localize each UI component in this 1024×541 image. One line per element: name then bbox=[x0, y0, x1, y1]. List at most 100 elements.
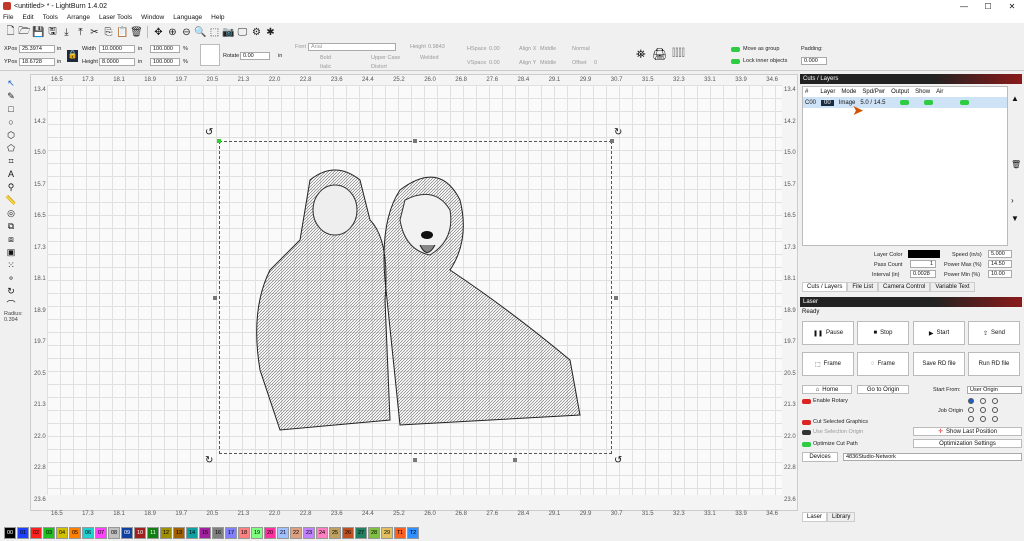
palette-color-02[interactable]: 02 bbox=[30, 526, 42, 539]
devices-button[interactable]: Devices bbox=[802, 452, 838, 462]
circular-array-icon[interactable]: ⚬ bbox=[4, 272, 18, 284]
palette-color-00[interactable]: 00 bbox=[4, 526, 16, 539]
bold-toggle[interactable]: Bold bbox=[320, 55, 331, 61]
zoom-page-icon[interactable]: 🔍 bbox=[194, 26, 207, 39]
export-icon[interactable]: ⤒ bbox=[74, 26, 87, 39]
corner-radius-icon[interactable]: ⌒ bbox=[4, 298, 18, 310]
show-last-position-button[interactable]: ✛ Show Last Position bbox=[913, 427, 1022, 436]
rectangle-tool-icon[interactable]: □ bbox=[4, 103, 18, 115]
rotate-handle-icon[interactable]: ↺ bbox=[614, 455, 622, 466]
position-laser-icon[interactable]: ⚲ bbox=[4, 181, 18, 193]
layer-output-toggle[interactable] bbox=[900, 100, 910, 105]
zoom-selection-icon[interactable]: ⬚ bbox=[208, 26, 221, 39]
edit-nodes-icon[interactable]: ⬠ bbox=[4, 142, 18, 154]
laser-icon[interactable]: ⛯ bbox=[636, 47, 646, 62]
palette-color-21[interactable]: 21 bbox=[277, 526, 289, 539]
stop-button[interactable]: ■ Stop bbox=[857, 321, 909, 345]
enable-rotary-toggle[interactable] bbox=[802, 399, 811, 404]
run-rd-button[interactable]: Run RD file bbox=[968, 352, 1020, 376]
font-select[interactable]: Arial bbox=[308, 43, 396, 51]
palette-color-18[interactable]: 18 bbox=[238, 526, 250, 539]
tools-icon[interactable]: ✱ bbox=[264, 26, 277, 39]
offset-input[interactable]: 0 bbox=[594, 60, 597, 66]
frame-button[interactable]: ⬚ Frame bbox=[802, 352, 854, 376]
layer-show-toggle[interactable] bbox=[924, 100, 934, 105]
palette-color-22[interactable]: 22 bbox=[290, 526, 302, 539]
go-to-origin-button[interactable]: Go to Origin bbox=[857, 385, 909, 394]
pause-button[interactable]: ❚❚ Pause bbox=[802, 321, 854, 345]
font-height-input[interactable]: 0.9843 bbox=[428, 44, 445, 50]
palette-color-06[interactable]: 06 bbox=[82, 526, 94, 539]
layer-color-swatch[interactable] bbox=[908, 250, 940, 258]
menu-language[interactable]: Language bbox=[173, 14, 202, 21]
save-as-icon[interactable]: 🖫 bbox=[46, 26, 59, 39]
move-down-icon[interactable]: ▼ bbox=[1011, 214, 1019, 223]
move-up-icon[interactable]: ▲ bbox=[1011, 94, 1019, 103]
rotate-handle-icon[interactable]: ↺ bbox=[205, 127, 213, 138]
move-as-group-toggle[interactable] bbox=[731, 47, 740, 52]
save-rd-button[interactable]: Save RD file bbox=[913, 352, 965, 376]
optimization-settings-button[interactable]: Optimization Settings bbox=[913, 439, 1022, 448]
measure-tool-icon[interactable]: 📏 bbox=[4, 194, 18, 206]
ypos-input[interactable]: 18.6728 bbox=[19, 58, 55, 66]
palette-color-10[interactable]: 10 bbox=[134, 526, 146, 539]
menu-window[interactable]: Window bbox=[141, 14, 164, 21]
boolean-tool-icon[interactable]: ⧈ bbox=[4, 233, 18, 245]
palette-color-19[interactable]: 19 bbox=[251, 526, 263, 539]
hspace-input[interactable]: 0.00 bbox=[489, 46, 500, 52]
copy-icon[interactable]: ⎘ bbox=[102, 26, 115, 39]
pen-tool-icon[interactable]: ✎ bbox=[4, 90, 18, 102]
selection-handle[interactable] bbox=[513, 458, 517, 462]
palette-color-24[interactable]: 24 bbox=[316, 526, 328, 539]
upper-case-toggle[interactable]: Upper Case bbox=[371, 55, 400, 61]
tab-variable-text[interactable]: Variable Text bbox=[930, 282, 975, 292]
origin-radio[interactable] bbox=[980, 407, 986, 413]
rotate-handle-icon[interactable]: ↻ bbox=[205, 455, 213, 466]
weld-tool-icon[interactable]: ⧉ bbox=[4, 220, 18, 232]
origin-radio[interactable] bbox=[992, 407, 998, 413]
frame-circle-button[interactable]: ◌ Frame bbox=[857, 352, 909, 376]
palette-color-26[interactable]: 26 bbox=[342, 526, 354, 539]
palette-color-20[interactable]: 20 bbox=[264, 526, 276, 539]
padding-input[interactable]: 0.000 bbox=[801, 57, 827, 65]
layer-air-toggle[interactable] bbox=[960, 100, 970, 105]
align-y-select[interactable]: Middle bbox=[540, 60, 556, 66]
palette-color-25[interactable]: 25 bbox=[329, 526, 341, 539]
italic-toggle[interactable]: Italic bbox=[320, 64, 331, 70]
selection-handle[interactable] bbox=[413, 458, 417, 462]
selection-handle[interactable] bbox=[610, 139, 614, 143]
power-min-input[interactable]: 10.00 bbox=[988, 270, 1012, 278]
tab-library[interactable]: Library bbox=[827, 512, 856, 522]
move-icon[interactable]: ✥ bbox=[152, 26, 165, 39]
polygon-tool-icon[interactable]: ⬡ bbox=[4, 129, 18, 141]
lock-icon[interactable]: 🔒 bbox=[67, 50, 78, 62]
origin-radio[interactable] bbox=[980, 416, 986, 422]
engraving-image[interactable] bbox=[250, 160, 590, 440]
welded-toggle[interactable]: Welded bbox=[420, 55, 439, 61]
cut-icon[interactable]: ✂ bbox=[88, 26, 101, 39]
engrave-icon[interactable]: 🖨 bbox=[652, 47, 667, 61]
menu-laser-tools[interactable]: Laser Tools bbox=[99, 14, 132, 21]
vspace-input[interactable]: 0.00 bbox=[489, 60, 500, 66]
speed-input[interactable]: 5.000 bbox=[988, 250, 1012, 258]
close-button[interactable]: ✕ bbox=[1000, 2, 1024, 11]
grid-array-icon[interactable]: ⁙ bbox=[4, 259, 18, 271]
rotate-handle-icon[interactable]: ↻ bbox=[614, 127, 622, 138]
palette-color-09[interactable]: 09 bbox=[121, 526, 133, 539]
device-select[interactable]: 4836Studio-Network bbox=[843, 453, 1022, 461]
palette-color-01[interactable]: 01 bbox=[17, 526, 29, 539]
palette-color-29[interactable]: 29 bbox=[381, 526, 393, 539]
palette-color-28[interactable]: 28 bbox=[368, 526, 380, 539]
maximize-button[interactable]: ☐ bbox=[976, 2, 1000, 11]
width-percent-input[interactable]: 100.000 bbox=[150, 45, 180, 53]
pass-count-input[interactable]: 1 bbox=[910, 260, 936, 268]
camera-icon[interactable]: 📷 bbox=[222, 26, 235, 39]
selection-handle[interactable] bbox=[614, 296, 618, 300]
menu-tools[interactable]: Tools bbox=[43, 14, 58, 21]
menu-file[interactable]: File bbox=[3, 14, 13, 21]
height-input[interactable]: 8.0000 bbox=[99, 58, 135, 66]
palette-color-12[interactable]: 12 bbox=[160, 526, 172, 539]
offset-tool-icon[interactable]: ◎ bbox=[4, 207, 18, 219]
tab-cuts-layers[interactable]: Cuts / Layers bbox=[802, 282, 848, 292]
cut-selected-toggle[interactable] bbox=[802, 420, 811, 425]
